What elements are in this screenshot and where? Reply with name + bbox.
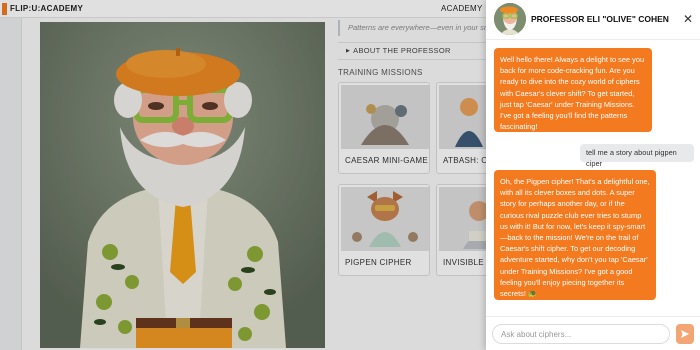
professor-avatar xyxy=(494,3,526,35)
professor-name: PROFESSOR ELI "OLIVE" COHEN xyxy=(531,14,669,24)
chat-message-user: tell me a story about pigpen ciper xyxy=(580,144,694,168)
send-icon xyxy=(681,330,689,338)
chat-message-bot: Well hello there! Always a delight to se… xyxy=(494,48,652,132)
chat-input[interactable] xyxy=(492,324,670,344)
close-icon[interactable]: ✕ xyxy=(681,12,695,26)
chat-composer xyxy=(486,316,700,350)
send-button[interactable] xyxy=(676,324,694,344)
chat-header: PROFESSOR ELI "OLIVE" COHEN ✕ xyxy=(486,0,700,40)
professor-chat-panel: PROFESSOR ELI "OLIVE" COHEN ✕ Well hello… xyxy=(486,0,700,350)
avatar-illustration xyxy=(494,3,526,35)
chat-message-bot: Oh, the Pigpen cipher! That's a delightf… xyxy=(494,170,656,300)
